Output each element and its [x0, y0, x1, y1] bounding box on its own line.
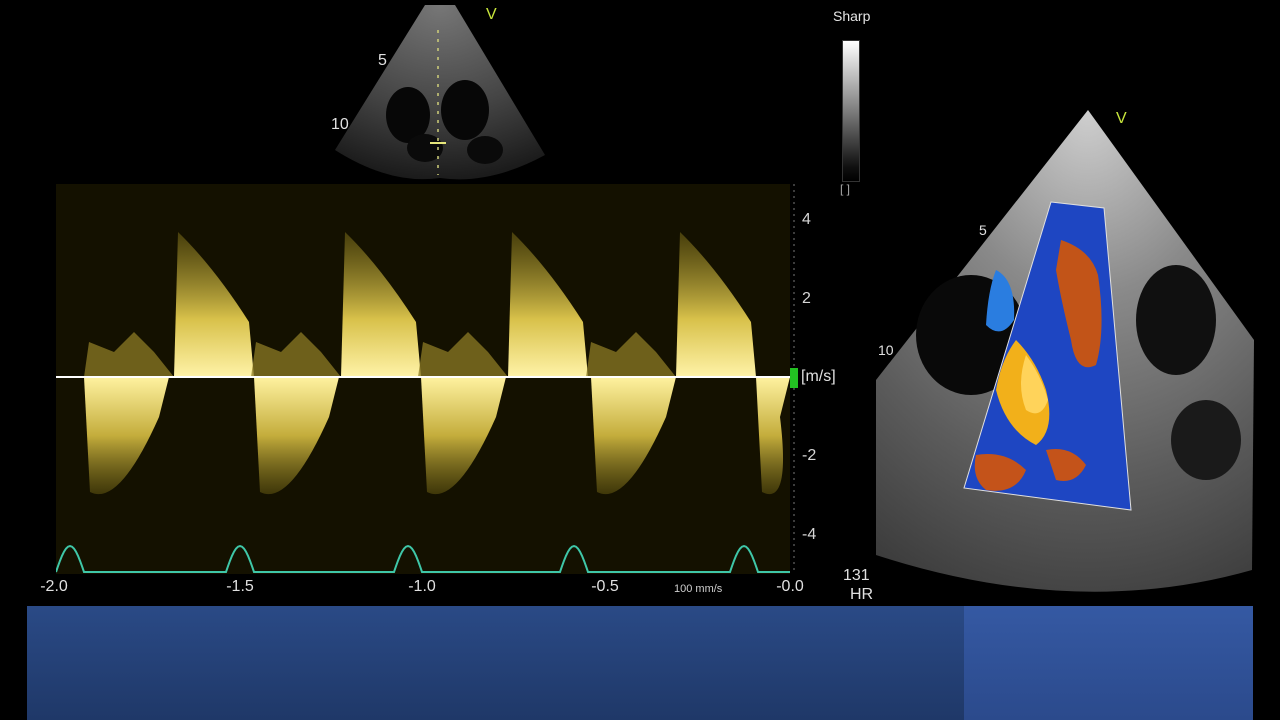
- velocity-tick-minus-4: -4: [802, 526, 817, 543]
- heart-rate-label: HR: [850, 586, 874, 603]
- forward-flow-envelopes: [84, 232, 756, 377]
- time-tick: -0.0: [776, 578, 804, 595]
- reverse-flow-envelopes: [84, 377, 790, 495]
- sweep-speed: 100 mm/s: [674, 583, 723, 595]
- reverse-envelope: [756, 377, 790, 495]
- velocity-tick-4: 4: [802, 211, 811, 228]
- reverse-envelope: [421, 377, 506, 495]
- grayscale-bracket: [ ]: [840, 182, 851, 196]
- forward-envelope: [676, 232, 756, 377]
- grayscale-map-label: Sharp: [833, 8, 871, 24]
- bottom-panel-right: [964, 606, 1253, 720]
- spectral-doppler-display: [55, 184, 790, 574]
- reverse-envelope: [254, 377, 339, 495]
- depth-mark-10: 10: [331, 116, 349, 133]
- depth-mark-10: 10: [878, 342, 894, 358]
- time-tick: -1.5: [226, 578, 254, 595]
- depth-mark-5: 5: [979, 222, 987, 238]
- reverse-envelope: [84, 377, 169, 495]
- orientation-mark: V: [486, 6, 497, 23]
- forward-envelope: [174, 232, 254, 377]
- velocity-tick-minus-2: -2: [802, 447, 817, 464]
- heart-rate-value: 131: [843, 567, 870, 584]
- forward-envelope-minor: [586, 332, 676, 377]
- forward-envelope-minor: [418, 332, 508, 377]
- grayscale-bar: [842, 40, 860, 182]
- forward-envelope-minor: [251, 332, 341, 377]
- forward-envelope-minor: [84, 332, 174, 377]
- velocity-unit-label: [m/s]: [801, 368, 836, 385]
- velocity-tick-2: 2: [802, 290, 811, 307]
- orientation-mark: V: [1116, 110, 1127, 127]
- ecg-trace: [55, 544, 790, 573]
- thumbnail-2d-echo: 5 10 V: [330, 0, 550, 180]
- bottom-panel-left: [27, 606, 964, 720]
- color-doppler-image: 5 10 V: [876, 100, 1256, 605]
- reverse-envelope: [591, 377, 676, 495]
- forward-envelope: [341, 232, 421, 377]
- time-tick: -1.0: [408, 578, 436, 595]
- depth-mark-5: 5: [378, 52, 387, 69]
- time-tick: -0.5: [591, 578, 619, 595]
- baseline-marker[interactable]: [790, 368, 798, 388]
- time-tick: -2.0: [40, 578, 68, 595]
- forward-envelope: [508, 232, 588, 377]
